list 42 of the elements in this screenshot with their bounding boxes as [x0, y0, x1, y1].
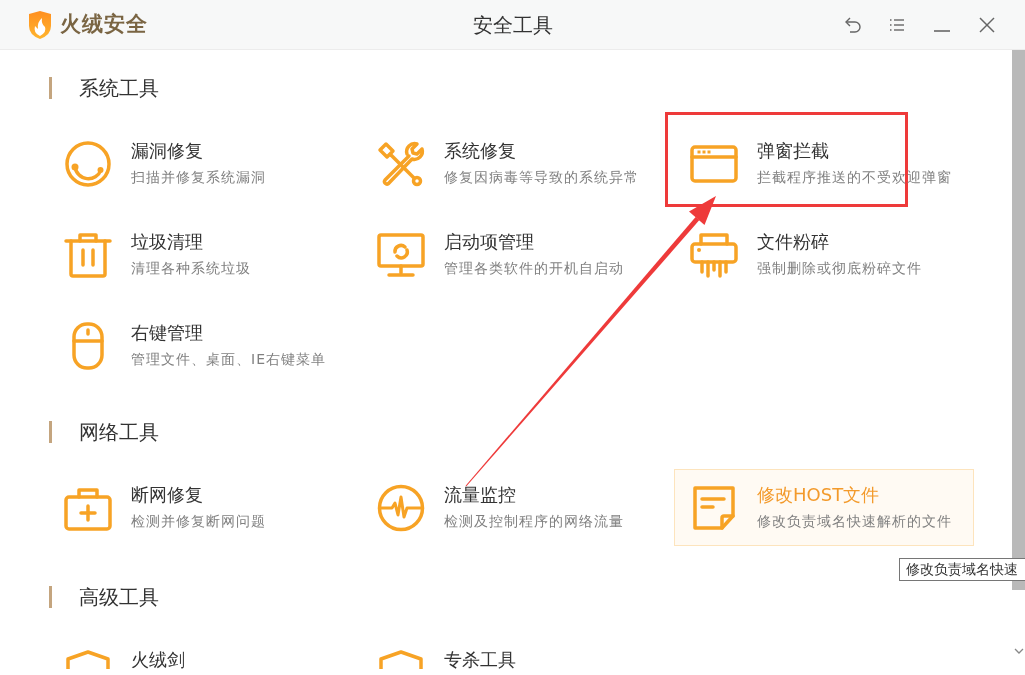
tool-description: 检测及控制程序的网络流量 [444, 512, 624, 531]
tool-title[interactable]: 弹窗拦截 [757, 139, 952, 163]
section-title: 系统工具 [79, 75, 159, 101]
tool-title[interactable]: 专杀工具 [444, 648, 516, 669]
close-icon [979, 16, 995, 33]
return-arrow-icon [843, 16, 861, 33]
chevron-down-icon[interactable] [1013, 648, 1024, 654]
tool-title[interactable]: 系统修复 [444, 139, 639, 163]
tool-description: 管理文件、桌面、IE右键菜单 [131, 350, 326, 369]
shredder-icon [689, 230, 739, 280]
tool-description: 管理各类软件的开机自启动 [444, 259, 624, 278]
tool-description: 检测并修复断网问题 [131, 512, 266, 531]
tool-description: 扫描并修复系统漏洞 [131, 168, 266, 187]
tool-title[interactable]: 右键管理 [131, 321, 326, 345]
tool-title[interactable]: 启动项管理 [444, 230, 624, 254]
ring-arc-icon [63, 139, 113, 189]
tools-icon [376, 139, 426, 189]
shield-flame-icon [28, 10, 52, 39]
tool-title[interactable]: 垃圾清理 [131, 230, 251, 254]
tool-title[interactable]: 断网修复 [131, 483, 266, 507]
tool-title[interactable]: 文件粉碎 [757, 230, 922, 254]
tool-description: 清理各种系统垃圾 [131, 259, 251, 278]
tooltip: 修改负责域名快速 [899, 558, 1025, 581]
app-name: 火绒安全 [60, 10, 148, 38]
section-title: 网络工具 [79, 419, 159, 445]
tool-description: 强制删除或彻底粉碎文件 [757, 259, 922, 278]
trash-icon [63, 230, 113, 280]
section-title: 高级工具 [79, 584, 159, 610]
section-marker [49, 77, 52, 99]
tool-description: 修改负责域名快速解析的文件 [757, 512, 952, 531]
minimize-icon [934, 29, 950, 32]
tool-tile[interactable]: 修改HOST文件 修改负责域名快速解析的文件 [674, 469, 974, 546]
tool-description: 修复因病毒等导致的系统异常 [444, 168, 639, 187]
section-marker [49, 421, 52, 443]
monitor-icon [376, 230, 426, 280]
tool-title[interactable]: 火绒剑 [131, 648, 185, 669]
section-marker [49, 586, 52, 608]
pulse-circle-icon [376, 483, 426, 533]
menu-icon [889, 17, 905, 32]
window-title: 安全工具 [472, 11, 553, 39]
tool-title[interactable]: 漏洞修复 [131, 139, 266, 163]
tool-title[interactable]: 流量监控 [444, 483, 624, 507]
